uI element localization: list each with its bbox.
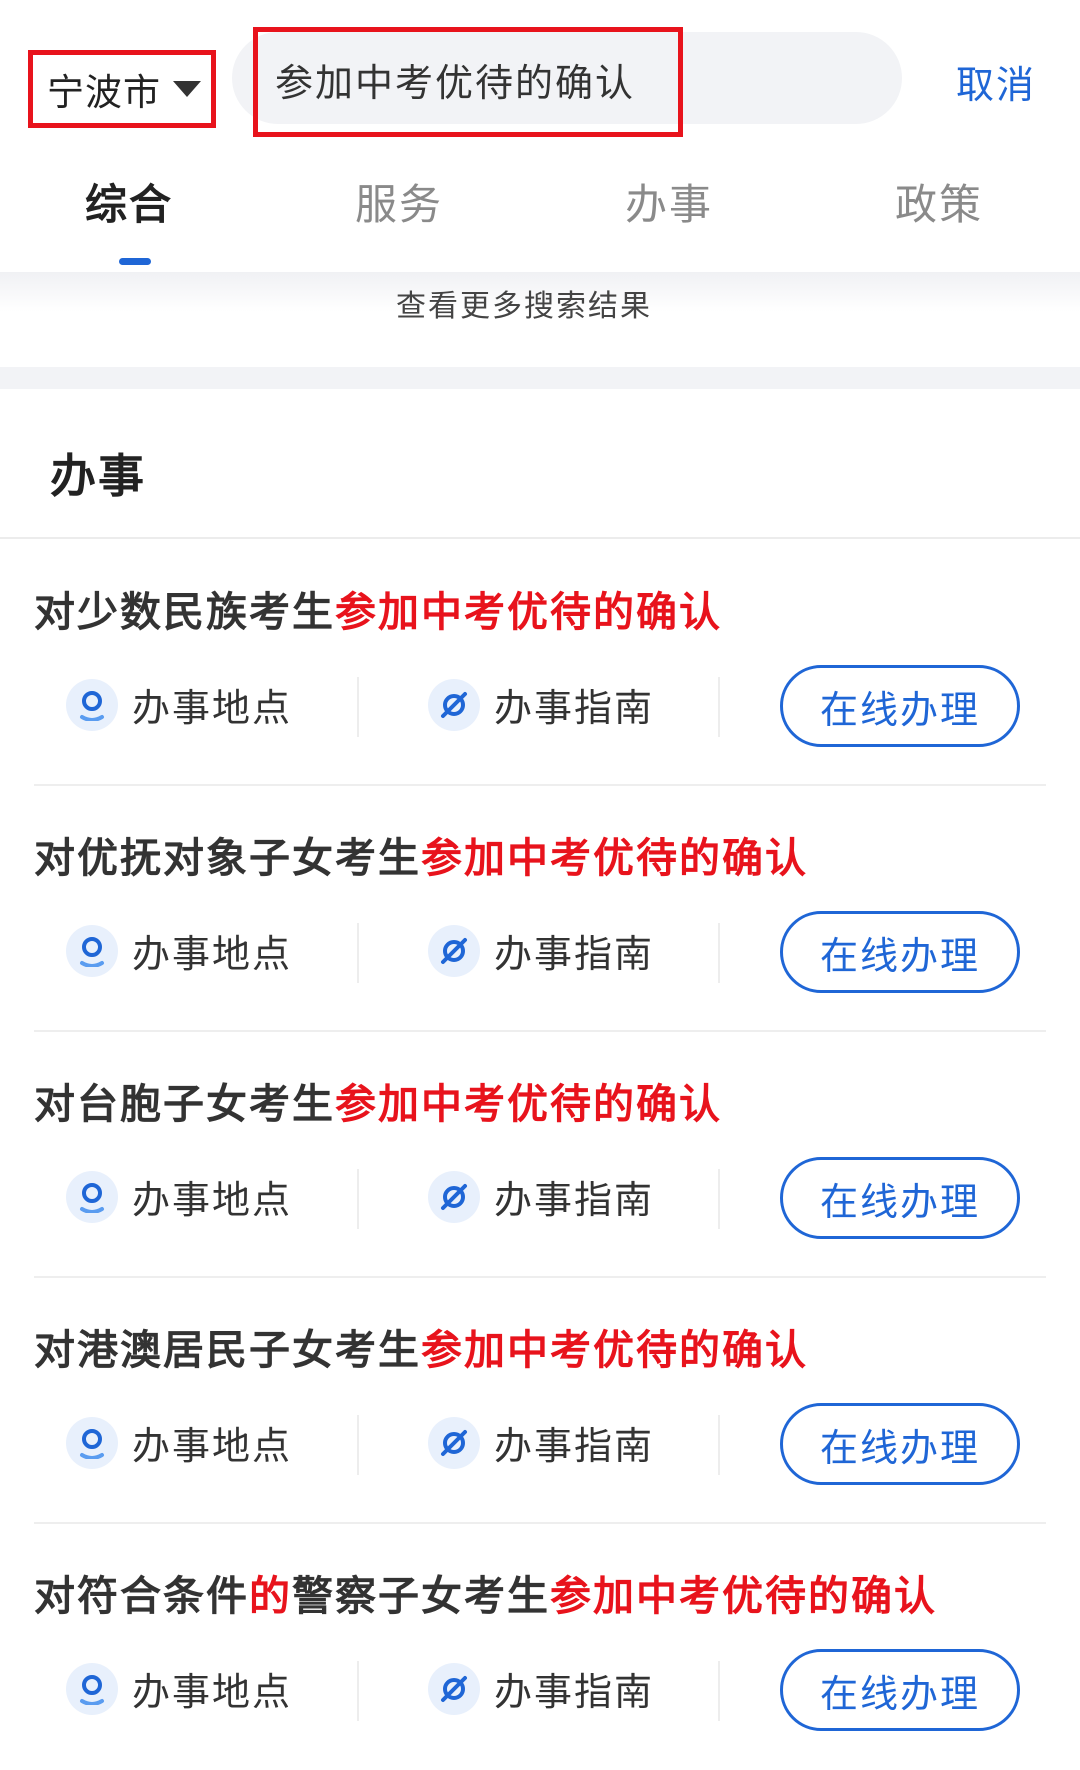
compass-icon [428,1170,480,1223]
title-prefix: 对符合条件 [34,1572,249,1620]
result-title[interactable]: 对港澳居民子女考生参加中考优待的确认 [34,1316,808,1376]
title-highlight: 参加中考优待的确认 [421,1326,808,1374]
guide-link[interactable]: 办事指南 [428,1661,654,1716]
result-actions: 办事地点 办事指南 在线办理 [0,1403,1080,1487]
separator [357,1661,359,1721]
list-item: 对台胞子女考生参加中考优待的确认 办事地点 办事指南 在线办理 [0,1032,1080,1278]
title-highlight: 参加中考优待的确认 [421,834,808,882]
caret-down-icon [173,81,201,97]
title-mid-highlight: 的 [249,1572,292,1620]
tab-label: 政策 [894,180,983,229]
location-label: 办事地点 [132,1178,293,1222]
separator [718,1661,720,1721]
location-label: 办事地点 [132,932,293,976]
tab-bar: 综合 服务 办事 政策 [0,160,1080,270]
result-actions: 办事地点 办事指南 在线办理 [0,1157,1080,1241]
map-pin-icon [66,1170,118,1223]
result-actions: 办事地点 办事指南 在线办理 [0,665,1080,749]
result-title[interactable]: 对优抚对象子女考生参加中考优待的确认 [34,824,808,884]
section-title: 办事 [50,449,146,503]
location-link[interactable]: 办事地点 [66,1169,292,1224]
location-label: 办事地点 [132,686,293,730]
divider [0,537,1080,539]
cancel-button[interactable]: 取消 [956,54,1036,109]
result-title[interactable]: 对符合条件的警察子女考生参加中考优待的确认 [34,1562,937,1622]
tab-all[interactable]: 综合 [0,160,270,270]
list-item: 对优抚对象子女考生参加中考优待的确认 办事地点 办事指南 在线办理 [0,786,1080,1032]
result-title[interactable]: 对台胞子女考生参加中考优待的确认 [34,1070,722,1130]
title-highlight: 参加中考优待的确认 [335,1080,722,1128]
result-actions: 办事地点 办事指南 在线办理 [0,1649,1080,1733]
guide-label: 办事指南 [494,686,655,730]
map-pin-icon [66,1416,118,1469]
guide-label: 办事指南 [494,932,655,976]
tab-label: 综合 [84,180,173,229]
title-highlight: 参加中考优待的确认 [550,1572,937,1620]
tab-affairs[interactable]: 办事 [540,160,810,270]
result-title[interactable]: 对少数民族考生参加中考优待的确认 [34,578,722,638]
map-pin-icon [66,678,118,731]
list-item: 对少数民族考生参加中考优待的确认 办事地点 办事指南 在线办理 [0,540,1080,786]
location-label: 办事地点 [132,1670,293,1714]
more-results-link[interactable]: 查看更多搜索结果 [0,272,1080,367]
guide-link[interactable]: 办事指南 [428,923,654,978]
title-mid: 警察子女考生 [292,1572,550,1620]
title-prefix: 对港澳居民子女考生 [34,1326,421,1374]
separator [718,923,720,983]
location-label: 办事地点 [132,1424,293,1468]
separator [357,923,359,983]
location-link[interactable]: 办事地点 [66,923,292,978]
list-item: 对符合条件的警察子女考生参加中考优待的确认 办事地点 办事指南 在线办理 [0,1524,1080,1770]
separator [357,677,359,737]
search-annotation-box [253,27,683,137]
title-prefix: 对优抚对象子女考生 [34,834,421,882]
results-list: 对少数民族考生参加中考优待的确认 办事地点 办事指南 在线办理 对优抚对象子女考… [0,540,1080,1770]
online-apply-button[interactable]: 在线办理 [780,1403,1020,1485]
list-item: 对港澳居民子女考生参加中考优待的确认 办事地点 办事指南 在线办理 [0,1278,1080,1524]
guide-link[interactable]: 办事指南 [428,677,654,732]
tab-label: 服务 [354,180,443,229]
online-apply-button[interactable]: 在线办理 [780,1157,1020,1239]
tab-label: 办事 [624,180,713,229]
separator [718,1415,720,1475]
map-pin-icon [66,924,118,977]
location-link[interactable]: 办事地点 [66,1415,292,1470]
online-apply-button[interactable]: 在线办理 [780,911,1020,993]
guide-label: 办事指南 [494,1178,655,1222]
separator [718,677,720,737]
separator [357,1415,359,1475]
active-tab-indicator [119,258,151,265]
section-gap [0,367,1080,389]
guide-link[interactable]: 办事指南 [428,1415,654,1470]
online-apply-button[interactable]: 在线办理 [780,665,1020,747]
compass-icon [428,1662,480,1715]
title-prefix: 对台胞子女考生 [34,1080,335,1128]
tab-policy[interactable]: 政策 [810,160,1080,270]
compass-icon [428,1416,480,1469]
separator [357,1169,359,1229]
result-actions: 办事地点 办事指南 在线办理 [0,911,1080,995]
title-prefix: 对少数民族考生 [34,588,335,636]
tab-services[interactable]: 服务 [270,160,540,270]
search-header: 宁波市 取消 [0,0,1080,150]
guide-label: 办事指南 [494,1670,655,1714]
separator [718,1169,720,1229]
city-label: 宁波市 [47,71,161,114]
more-results-label: 查看更多搜索结果 [396,289,652,324]
map-pin-icon [66,1662,118,1715]
location-link[interactable]: 办事地点 [66,677,292,732]
guide-label: 办事指南 [494,1424,655,1468]
location-link[interactable]: 办事地点 [66,1661,292,1716]
compass-icon [428,924,480,977]
guide-link[interactable]: 办事指南 [428,1169,654,1224]
title-highlight: 参加中考优待的确认 [335,588,722,636]
online-apply-button[interactable]: 在线办理 [780,1649,1020,1731]
compass-icon [428,678,480,731]
city-selector[interactable]: 宁波市 [28,50,216,128]
